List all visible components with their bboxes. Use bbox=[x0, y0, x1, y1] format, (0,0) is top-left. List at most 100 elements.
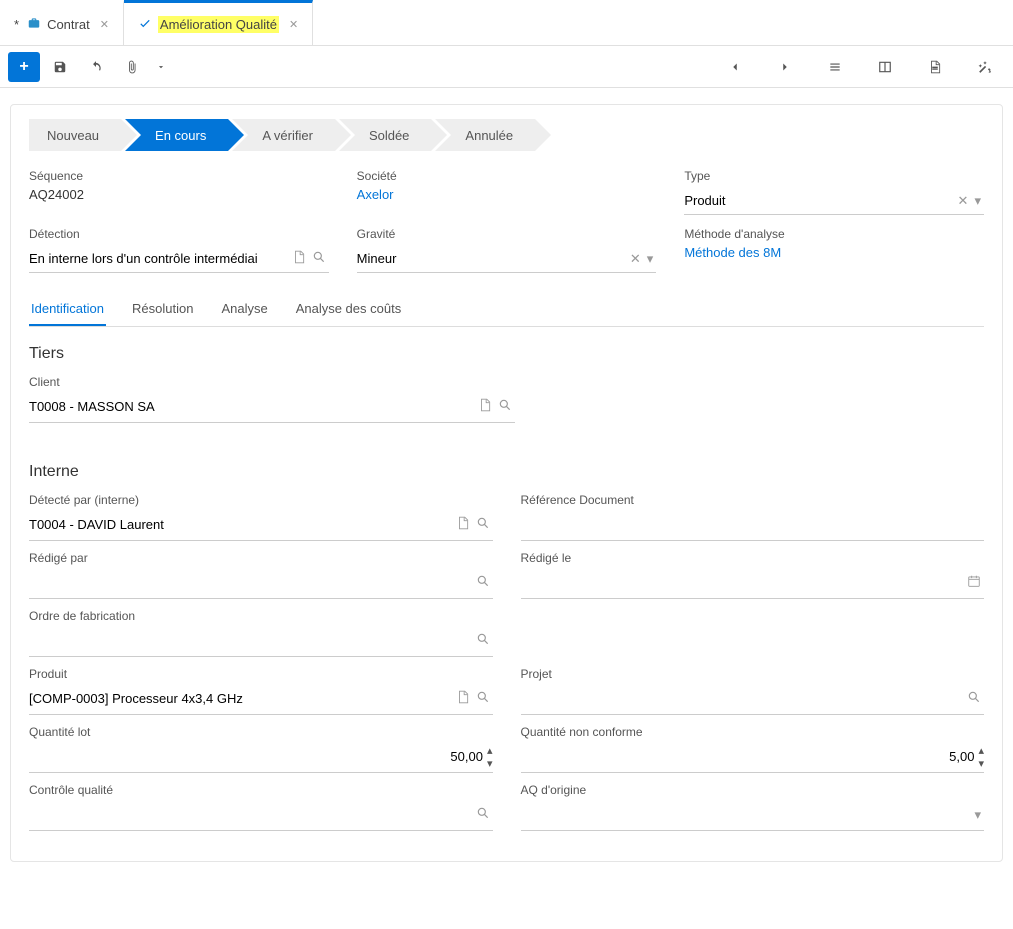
qtelot-input[interactable] bbox=[29, 749, 483, 764]
sequence-label: Séquence bbox=[29, 169, 329, 183]
client-input[interactable] bbox=[29, 399, 475, 414]
record-tabs: * Contrat ✕ Amélioration Qualité ✕ bbox=[0, 0, 1013, 46]
ordre-input[interactable] bbox=[29, 633, 473, 648]
close-icon[interactable]: ✕ bbox=[100, 18, 109, 31]
calendar-icon[interactable] bbox=[964, 574, 984, 591]
tab-identification[interactable]: Identification bbox=[29, 293, 106, 326]
field-qtelot: Quantité lot ▴▾ bbox=[29, 725, 493, 773]
status-averifier[interactable]: A vérifier bbox=[232, 119, 335, 151]
sequence-value: AQ24002 bbox=[29, 187, 329, 202]
search-icon[interactable] bbox=[473, 516, 493, 533]
detection-label: Détection bbox=[29, 227, 329, 241]
field-gravite: Gravité ✕ ▾ bbox=[357, 227, 657, 273]
field-produit: Produit bbox=[29, 667, 493, 715]
qtenc-input[interactable] bbox=[521, 749, 975, 764]
search-icon[interactable] bbox=[473, 690, 493, 707]
clear-icon[interactable]: ✕ bbox=[627, 251, 644, 267]
open-icon[interactable] bbox=[453, 690, 473, 707]
tab-couts[interactable]: Analyse des coûts bbox=[294, 293, 404, 326]
redige-input[interactable] bbox=[29, 575, 473, 590]
produit-label: Produit bbox=[29, 667, 493, 681]
field-redige: Rédigé par bbox=[29, 551, 493, 599]
stepper-icon[interactable]: ▴▾ bbox=[483, 744, 493, 770]
field-detecte: Détecté par (interne) bbox=[29, 493, 493, 541]
check-icon bbox=[138, 16, 152, 33]
tab-analyse[interactable]: Analyse bbox=[219, 293, 269, 326]
tab-resolution[interactable]: Résolution bbox=[130, 293, 195, 326]
split-view-button[interactable] bbox=[869, 52, 901, 82]
detection-input[interactable] bbox=[29, 247, 289, 270]
more-dropdown[interactable] bbox=[152, 52, 170, 82]
briefcase-icon bbox=[27, 16, 41, 33]
section-tiers-title: Tiers bbox=[29, 345, 984, 363]
chevron-down-icon[interactable]: ▾ bbox=[971, 193, 984, 209]
settings-button[interactable] bbox=[969, 52, 1001, 82]
dirty-indicator: * bbox=[14, 17, 19, 32]
field-ctrlq: Contrôle qualité bbox=[29, 783, 493, 831]
methode-value[interactable]: Méthode des 8M bbox=[684, 245, 984, 260]
status-nouveau[interactable]: Nouveau bbox=[29, 119, 121, 151]
field-detection: Détection bbox=[29, 227, 329, 273]
status-soldee[interactable]: Soldée bbox=[339, 119, 431, 151]
search-icon[interactable] bbox=[473, 806, 493, 823]
projet-input[interactable] bbox=[521, 691, 965, 706]
clear-icon[interactable]: ✕ bbox=[955, 193, 972, 209]
search-icon[interactable] bbox=[473, 574, 493, 591]
form-card: Nouveau En cours A vérifier Soldée Annul… bbox=[10, 104, 1003, 862]
undo-button[interactable] bbox=[80, 52, 112, 82]
status-encours[interactable]: En cours bbox=[125, 119, 228, 151]
field-aqorigine: AQ d'origine ▾ bbox=[521, 783, 985, 831]
toolbar: + bbox=[0, 46, 1013, 88]
aqorigine-input[interactable] bbox=[521, 807, 972, 822]
type-label: Type bbox=[684, 169, 984, 183]
chevron-down-icon[interactable]: ▾ bbox=[644, 251, 657, 267]
save-button[interactable] bbox=[44, 52, 76, 82]
societe-value[interactable]: Axelor bbox=[357, 187, 657, 202]
search-icon[interactable] bbox=[473, 632, 493, 649]
search-icon[interactable] bbox=[964, 690, 984, 707]
ordre-label: Ordre de fabrication bbox=[29, 609, 493, 623]
list-view-button[interactable] bbox=[819, 52, 851, 82]
societe-label: Société bbox=[357, 169, 657, 183]
next-button[interactable] bbox=[769, 52, 801, 82]
open-icon[interactable] bbox=[289, 250, 309, 267]
status-annulee[interactable]: Annulée bbox=[435, 119, 535, 151]
search-icon[interactable] bbox=[309, 250, 329, 267]
field-sequence: Séquence AQ24002 bbox=[29, 169, 329, 215]
field-client: Client bbox=[29, 375, 515, 423]
refdoc-input[interactable] bbox=[521, 517, 985, 532]
open-icon[interactable] bbox=[453, 516, 473, 533]
search-icon[interactable] bbox=[495, 398, 515, 415]
stepper-icon[interactable]: ▴▾ bbox=[974, 744, 984, 770]
open-icon[interactable] bbox=[475, 398, 495, 415]
tab-qualite-label: Amélioration Qualité bbox=[158, 16, 279, 33]
detecte-label: Détecté par (interne) bbox=[29, 493, 493, 507]
gravite-input[interactable] bbox=[357, 247, 627, 270]
redige-label: Rédigé par bbox=[29, 551, 493, 565]
gravite-label: Gravité bbox=[357, 227, 657, 241]
redigele-input[interactable] bbox=[521, 575, 965, 590]
field-refdoc: Référence Document bbox=[521, 493, 985, 541]
field-type: Type ✕ ▾ bbox=[684, 169, 984, 215]
client-label: Client bbox=[29, 375, 515, 389]
add-button[interactable]: + bbox=[8, 52, 40, 82]
qtenc-label: Quantité non conforme bbox=[521, 725, 985, 739]
attach-button[interactable] bbox=[116, 52, 148, 82]
ctrlq-input[interactable] bbox=[29, 807, 473, 822]
type-input[interactable] bbox=[684, 189, 954, 212]
produit-input[interactable] bbox=[29, 691, 453, 706]
tab-contrat-label: Contrat bbox=[47, 17, 90, 32]
ctrlq-label: Contrôle qualité bbox=[29, 783, 493, 797]
prev-button[interactable] bbox=[719, 52, 751, 82]
field-projet: Projet bbox=[521, 667, 985, 715]
chevron-down-icon[interactable]: ▾ bbox=[971, 807, 984, 823]
detecte-input[interactable] bbox=[29, 517, 453, 532]
detail-tabs: Identification Résolution Analyse Analys… bbox=[29, 293, 984, 327]
close-icon[interactable]: ✕ bbox=[289, 18, 298, 31]
status-flow: Nouveau En cours A vérifier Soldée Annul… bbox=[29, 119, 984, 151]
tab-qualite[interactable]: Amélioration Qualité ✕ bbox=[124, 0, 313, 45]
field-qtenc: Quantité non conforme ▴▾ bbox=[521, 725, 985, 773]
document-view-button[interactable] bbox=[919, 52, 951, 82]
qtelot-label: Quantité lot bbox=[29, 725, 493, 739]
tab-contrat[interactable]: * Contrat ✕ bbox=[0, 0, 124, 45]
